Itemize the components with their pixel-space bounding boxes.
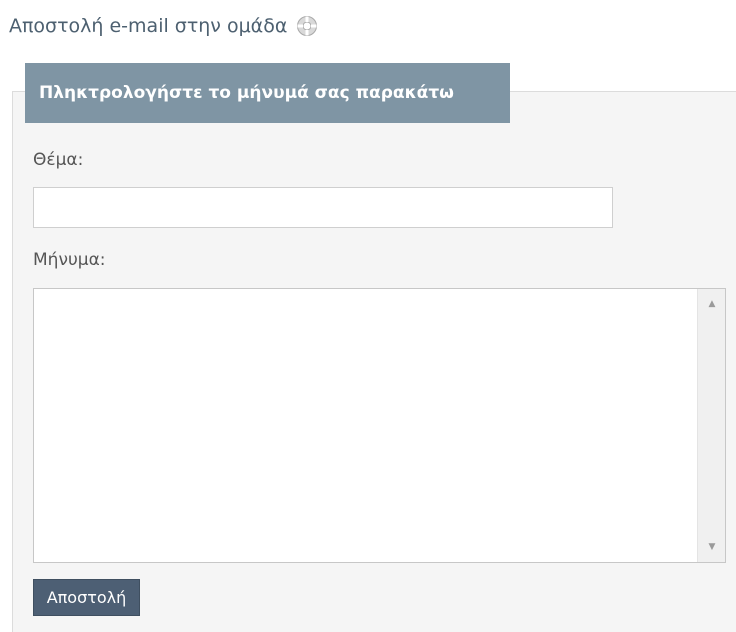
send-button[interactable]: Αποστολή <box>33 579 140 616</box>
scroll-down-arrow-icon[interactable]: ▼ <box>698 536 726 558</box>
subject-label: Θέμα: <box>33 150 84 170</box>
help-icon[interactable] <box>296 15 318 37</box>
message-box: ▲ ▼ <box>33 288 726 563</box>
page-title: Αποστολή e-mail στην ομάδα <box>9 13 318 39</box>
message-label: Μήνυμα: <box>33 250 106 270</box>
form-legend: Πληκτρολογήστε το μήνυμά σας παρακάτω <box>25 63 510 123</box>
subject-input[interactable] <box>33 187 613 228</box>
message-textarea[interactable] <box>34 289 697 562</box>
page-title-text: Αποστολή e-mail στην ομάδα <box>9 15 288 37</box>
scroll-up-arrow-icon[interactable]: ▲ <box>698 293 726 315</box>
message-scrollbar[interactable]: ▲ ▼ <box>697 289 725 562</box>
